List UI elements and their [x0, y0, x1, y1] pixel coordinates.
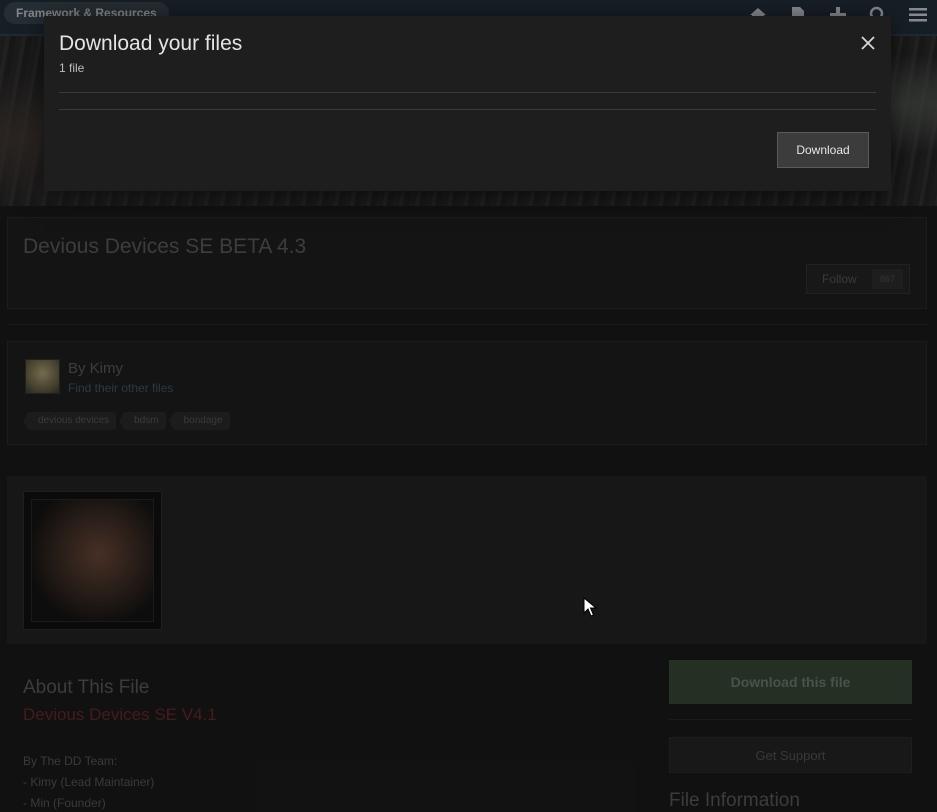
- divider: [59, 109, 876, 110]
- download-button[interactable]: Download: [777, 132, 869, 168]
- modal-file-count: 1 file: [59, 61, 85, 75]
- close-icon[interactable]: [859, 34, 877, 52]
- mouse-cursor-icon: [583, 596, 598, 617]
- divider: [59, 92, 876, 93]
- download-modal: Download your files 1 file Download: [44, 16, 891, 191]
- modal-title: Download your files: [59, 32, 243, 55]
